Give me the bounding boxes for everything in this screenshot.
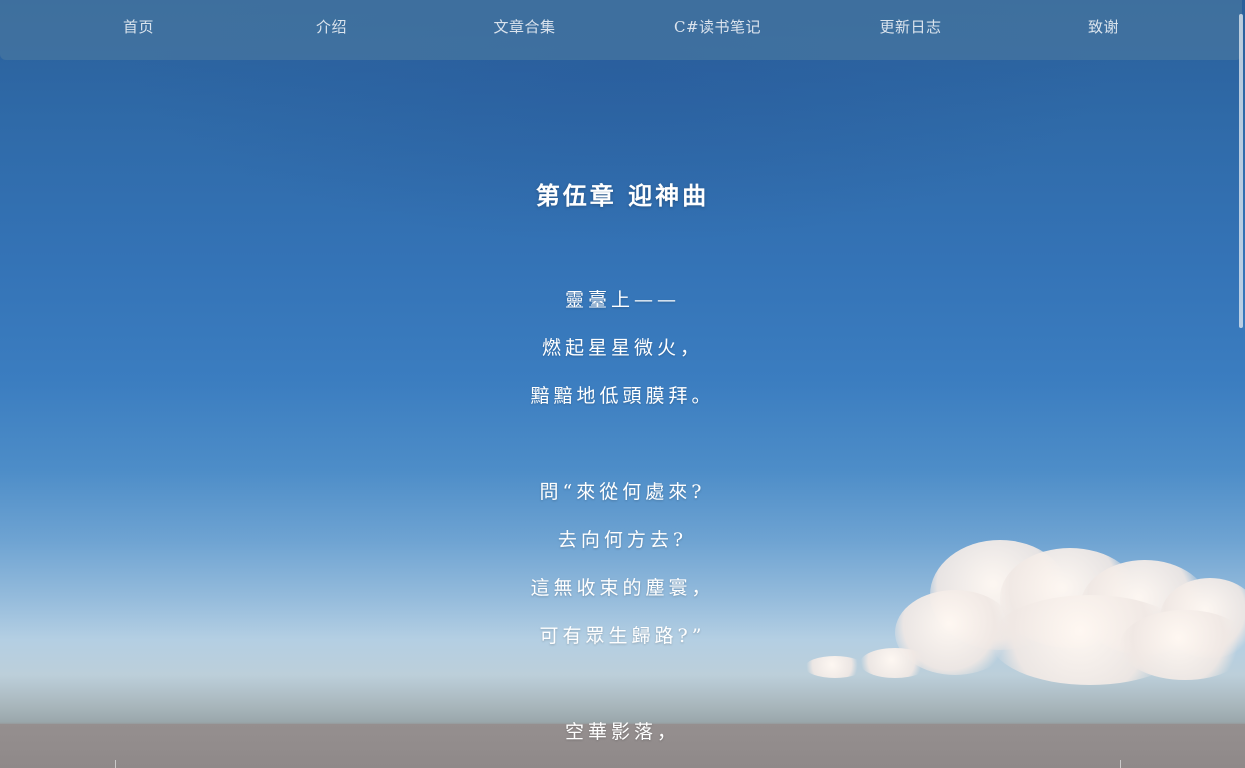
poem-line: 問“來從何處來? <box>539 481 706 503</box>
poem-line: 可有眾生歸路?” <box>539 625 706 647</box>
scrollbar-thumb[interactable] <box>1239 14 1243 328</box>
poem-line: 去向何方去? <box>557 529 688 551</box>
poem-line: 黯黯地低頭膜拜。 <box>530 385 715 407</box>
page-scrollbar[interactable] <box>1237 0 1245 768</box>
article-content: 第伍章 迎神曲 靈臺上—— 燃起星星微火， 黯黯地低頭膜拜。 問“來從何處來? … <box>0 0 1245 768</box>
poem-line: 空華影落， <box>564 721 680 743</box>
chapter-title: 第伍章 迎神曲 <box>535 181 710 210</box>
poem-line: 靈臺上—— <box>564 289 680 311</box>
poem-line: 燃起星星微火， <box>541 337 703 359</box>
poem-line: 這無收束的塵寰， <box>530 577 715 599</box>
